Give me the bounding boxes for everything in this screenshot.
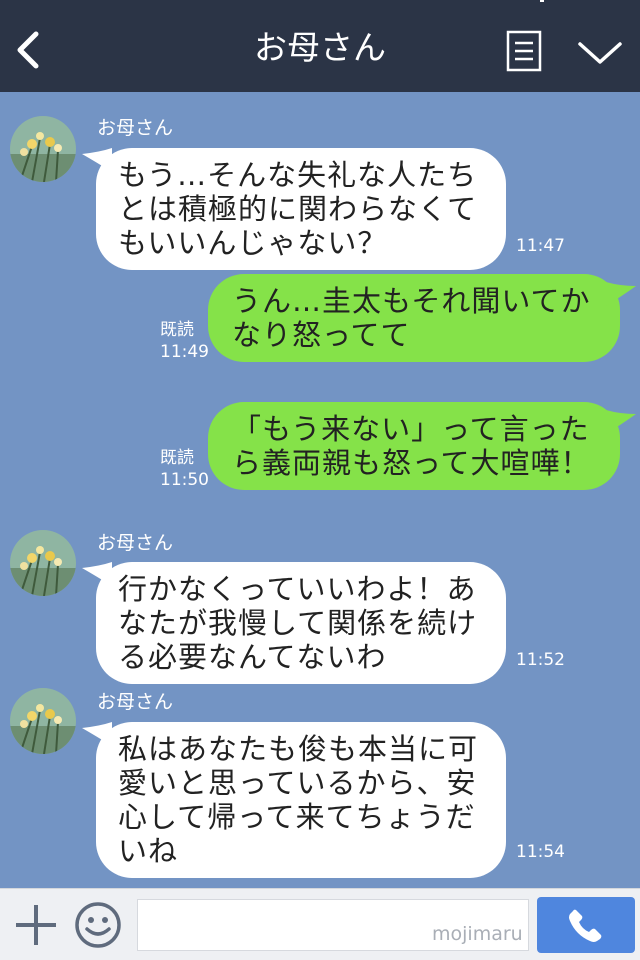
bubble-tail [606, 410, 636, 434]
message-line: 心して帰って来てちょうだ [118, 800, 476, 834]
chevron-down-icon[interactable] [576, 36, 624, 68]
message-bubble[interactable]: 行かなくっていいわよ！あ なたが我慢して関係を続け る必要なんてないわ [96, 562, 506, 684]
read-receipt: 既読 [160, 448, 194, 468]
sender-name: お母さん [97, 117, 174, 139]
watermark-text: mojimaru [432, 923, 523, 945]
status-bar-fragment [540, 0, 544, 2]
message-line: 私はあなたも俊も本当に可 [118, 732, 479, 766]
avatar[interactable] [10, 116, 76, 182]
read-receipt: 既読 [160, 320, 194, 340]
chat-header: お母さん [0, 0, 640, 92]
plus-icon[interactable] [14, 903, 58, 947]
message-composer: mojimaru [0, 888, 640, 960]
smile-icon[interactable] [74, 901, 122, 949]
message-line: なたが我慢して関係を続け [118, 606, 478, 640]
page-title: お母さん [254, 28, 386, 67]
call-button[interactable] [537, 897, 635, 953]
message-line: もいいんじゃない？ [118, 226, 388, 260]
timestamp: 11:54 [516, 842, 565, 862]
timestamp: 11:49 [160, 342, 209, 362]
chat-area[interactable]: お母さん もう…そんな失礼な人たち とは積極的に関わらなくて もいいんじゃない？… [0, 92, 640, 888]
message-line: る必要なんてないわ [118, 640, 387, 674]
timestamp: 11:52 [516, 650, 565, 670]
message-line: 行かなくっていいわよ！あ [118, 572, 477, 606]
phone-icon [569, 909, 602, 942]
menu-icon[interactable] [506, 30, 542, 72]
message-line: いね [118, 834, 179, 868]
message-bubble[interactable]: 「もう来ない」って言った ら義両親も怒って大喧嘩！ [208, 402, 620, 490]
message-line: 「もう来ない」って言った [232, 412, 590, 446]
message-line: 愛いと思っているから、安 [118, 766, 477, 800]
message-bubble[interactable]: もう…そんな失礼な人たち とは積極的に関わらなくて もいいんじゃない？ [96, 148, 506, 270]
sender-name: お母さん [97, 532, 174, 554]
avatar[interactable] [10, 688, 76, 754]
message-bubble[interactable]: 私はあなたも俊も本当に可 愛いと思っているから、安 心して帰って来てちょうだ い… [96, 722, 506, 878]
sender-name: お母さん [97, 691, 174, 713]
message-line: うん…圭太もそれ聞いてか [232, 284, 591, 318]
message-line: とは積極的に関わらなくて [118, 192, 478, 226]
timestamp: 11:47 [516, 236, 565, 256]
message-line: なり怒ってて [232, 318, 411, 352]
message-line: もう…そんな失礼な人たち [118, 158, 478, 192]
message-line: ら義両親も怒って大喧嘩！ [232, 446, 591, 480]
avatar[interactable] [10, 530, 76, 596]
message-bubble[interactable]: うん…圭太もそれ聞いてか なり怒ってて [208, 274, 620, 362]
timestamp: 11:50 [160, 470, 209, 490]
bubble-tail [606, 282, 636, 306]
